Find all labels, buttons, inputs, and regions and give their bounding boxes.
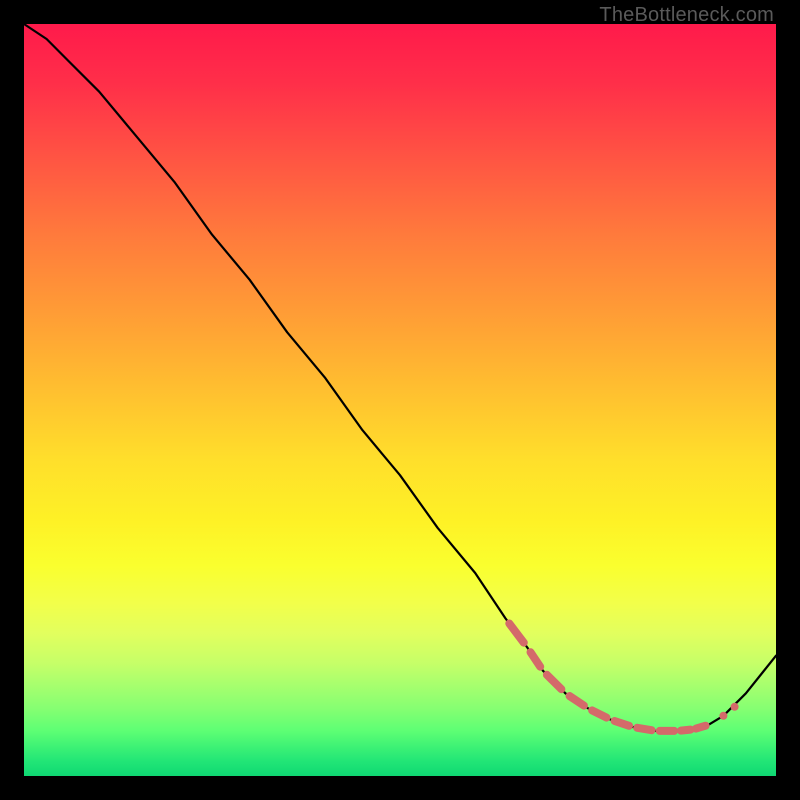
dash-segment: [681, 730, 691, 731]
dash-segment: [509, 624, 524, 643]
dash-dot: [719, 712, 727, 720]
dash-segment: [531, 652, 541, 667]
plot-area: [24, 24, 776, 776]
dash-segment: [570, 696, 584, 706]
chart-frame: TheBottleneck.com: [0, 0, 800, 800]
dash-segment: [592, 710, 606, 717]
dash-segment: [696, 726, 706, 729]
optimal-range-dashes: [509, 624, 738, 731]
chart-svg: [24, 24, 776, 776]
dash-segment: [547, 675, 562, 689]
dash-dot: [731, 703, 739, 711]
bottleneck-curve: [24, 24, 776, 731]
dash-segment: [637, 728, 651, 730]
dash-segment: [615, 721, 630, 726]
attribution-label: TheBottleneck.com: [599, 4, 774, 27]
